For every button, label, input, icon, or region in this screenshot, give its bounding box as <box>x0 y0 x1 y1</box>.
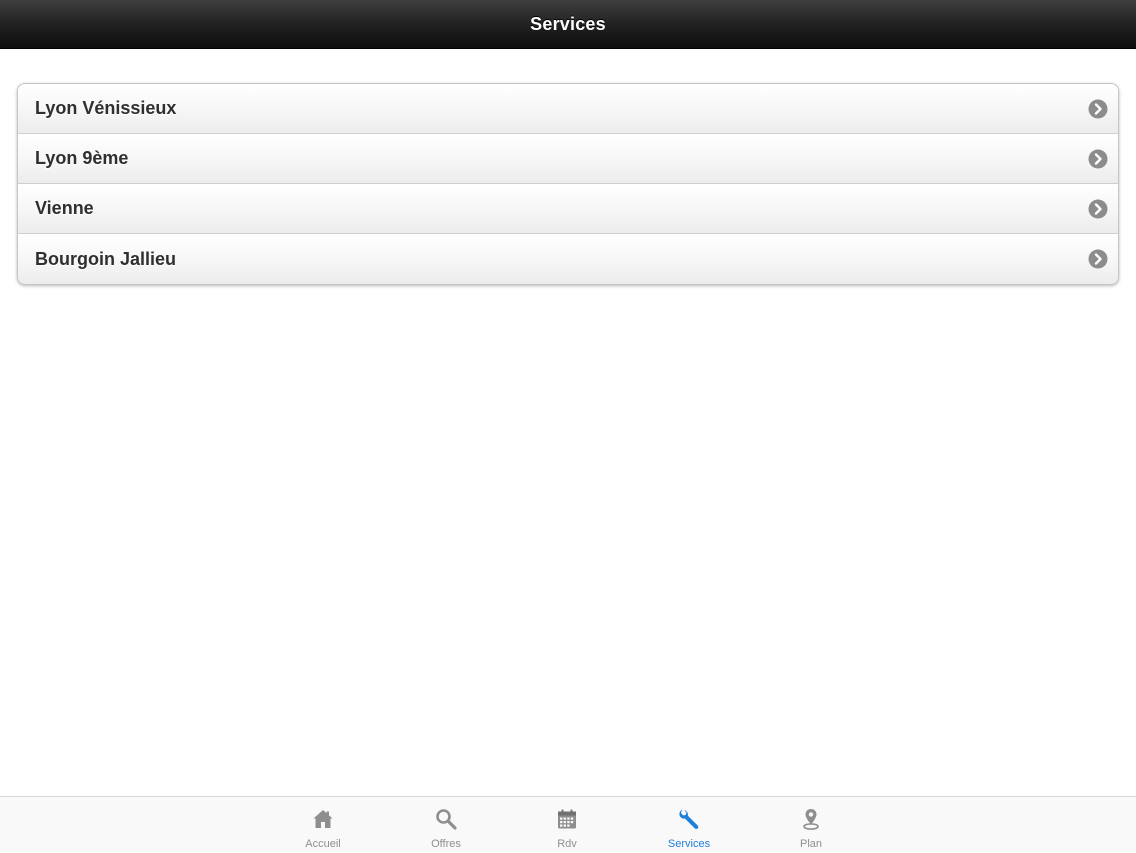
tab-label: Plan <box>799 838 823 850</box>
list-item-vienne[interactable]: Vienne <box>18 184 1118 234</box>
list-item-lyon-9eme[interactable]: Lyon 9ème <box>18 134 1118 184</box>
wrench-icon <box>679 809 699 829</box>
tab-label: Rdv <box>557 838 577 850</box>
tab-label: Accueil <box>305 838 341 850</box>
list-item-bourgoin-jallieu[interactable]: Bourgoin Jallieu <box>18 234 1118 284</box>
list-item-label: Lyon 9ème <box>35 148 129 168</box>
list-item-lyon-venissieux[interactable]: Lyon Vénissieux <box>18 84 1118 134</box>
tab-label: Services <box>667 838 711 850</box>
list-item-label: Vienne <box>35 198 94 218</box>
chevron-right-icon <box>1088 99 1108 118</box>
tab-services[interactable]: Services <box>639 797 739 853</box>
calendar-icon <box>558 809 576 829</box>
tab-bar: Accueil Offres Rdv Services Plan <box>0 796 1136 852</box>
chevron-right-icon <box>1088 199 1108 218</box>
top-bar: Services <box>0 0 1136 49</box>
search-icon <box>436 809 457 830</box>
list-item-label: Bourgoin Jallieu <box>35 248 177 269</box>
services-list: Lyon Vénissieux Lyon 9ème Vienne Bourgoi… <box>17 83 1119 285</box>
home-icon <box>313 810 333 828</box>
tab-offres[interactable]: Offres <box>396 797 496 853</box>
tab-accueil[interactable]: Accueil <box>273 797 373 853</box>
map-pin-icon <box>803 809 819 830</box>
list-item-label: Lyon Vénissieux <box>35 98 177 118</box>
tab-rdv[interactable]: Rdv <box>517 797 617 853</box>
chevron-right-icon <box>1088 149 1108 168</box>
chevron-right-icon <box>1088 249 1108 269</box>
tab-plan[interactable]: Plan <box>761 797 861 853</box>
page-title: Services <box>530 13 606 34</box>
tab-label: Offres <box>431 838 461 850</box>
